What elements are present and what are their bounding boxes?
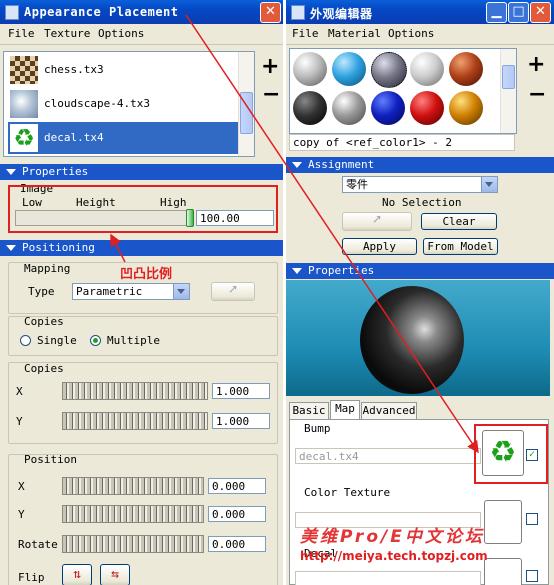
arrow-to-bump [185,14,479,454]
annotation-arrows [110,14,479,454]
arrow-to-height [110,233,126,263]
